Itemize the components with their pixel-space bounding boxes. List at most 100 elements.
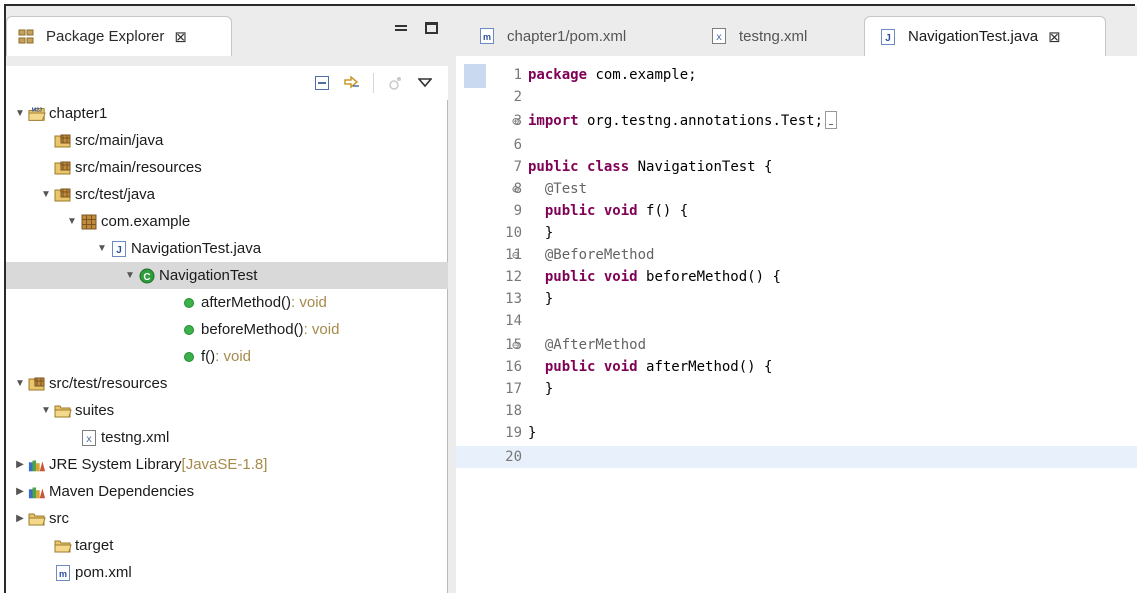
tree-item[interactable]: afterMethod() : void bbox=[6, 289, 448, 316]
code-line[interactable]: 16 public void afterMethod() { bbox=[456, 356, 1137, 378]
tree-item[interactable]: beforeMethod() : void bbox=[6, 316, 448, 343]
tab-label: NavigationTest.java bbox=[908, 28, 1039, 45]
tree-item-label: src/main/resources bbox=[75, 159, 202, 176]
expand-arrow-down-icon[interactable]: ▼ bbox=[66, 216, 78, 227]
expand-arrow-right-icon[interactable]: ▶ bbox=[14, 513, 26, 524]
tree-item-detail: : void bbox=[215, 348, 252, 365]
focus-active-task-icon[interactable] bbox=[386, 75, 404, 91]
expand-arrow-down-icon[interactable]: ▼ bbox=[40, 189, 52, 200]
tree-item-label: testng.xml bbox=[101, 429, 170, 446]
code-line[interactable]: 19} bbox=[456, 422, 1137, 444]
package-explorer-header: Package Explorer ⊠ bbox=[6, 6, 448, 66]
link-with-editor-icon[interactable] bbox=[343, 75, 361, 91]
maximize-icon[interactable] bbox=[425, 22, 438, 34]
close-tab-icon[interactable]: ⊠ bbox=[1048, 28, 1061, 46]
tree-item[interactable]: f() : void bbox=[6, 343, 448, 370]
tree-item[interactable]: src/main/java bbox=[6, 127, 448, 154]
code-line[interactable]: 3 ⊕ import org.testng.annotations.Test; bbox=[456, 110, 1137, 132]
expand-arrow-down-icon[interactable]: ▼ bbox=[124, 270, 136, 281]
expand-arrow-down-icon[interactable]: ▼ bbox=[14, 378, 26, 389]
source-folder-icon bbox=[28, 375, 46, 393]
code-line[interactable]: 9 public void f() { bbox=[456, 200, 1137, 222]
expand-arrow-down-icon[interactable]: ▼ bbox=[14, 108, 26, 119]
tree-item[interactable]: ▼ M2J chapter1 bbox=[6, 100, 448, 127]
code-line[interactable]: 6 bbox=[456, 134, 1137, 156]
tree-item-label: src/main/java bbox=[75, 132, 164, 149]
line-number: 13 bbox=[505, 291, 522, 307]
view-menu-icon[interactable] bbox=[416, 75, 434, 91]
code-text: } bbox=[528, 425, 537, 441]
code-line[interactable]: 17 } bbox=[456, 378, 1137, 400]
line-number: 18 bbox=[505, 403, 522, 419]
code-line[interactable]: 10 } bbox=[456, 222, 1137, 244]
line-number: 2 bbox=[513, 89, 522, 105]
java-file-icon: J bbox=[879, 28, 897, 46]
code-line[interactable]: 20 bbox=[456, 446, 1137, 468]
collapse-fold-icon[interactable]: ⊖ bbox=[512, 182, 519, 196]
tree-item[interactable]: ▼ C NavigationTest bbox=[6, 262, 448, 289]
tree-item-label: Maven Dependencies bbox=[49, 483, 195, 500]
tab-pom-xml[interactable]: m chapter1/pom.xml bbox=[464, 16, 684, 56]
tree-item[interactable]: ▼ suites bbox=[6, 397, 448, 424]
tree-item-label: JRE System Library bbox=[49, 456, 182, 473]
folder-icon bbox=[54, 402, 72, 420]
code-line[interactable]: 1 package com.example; bbox=[456, 64, 1137, 86]
code-line[interactable]: 8 ⊖ @Test bbox=[456, 178, 1137, 200]
tree-item[interactable]: m pom.xml bbox=[6, 559, 448, 586]
java-file-icon: J bbox=[110, 240, 128, 258]
tree-item[interactable]: target bbox=[6, 532, 448, 559]
code-line[interactable]: 13 } bbox=[456, 288, 1137, 310]
minimize-icon[interactable] bbox=[395, 25, 407, 31]
tree-item-label: NavigationTest bbox=[159, 267, 258, 284]
code-text: public void f() { bbox=[544, 203, 689, 219]
expand-arrow-down-icon[interactable]: ▼ bbox=[96, 243, 108, 254]
tree-item[interactable]: ▶ src bbox=[6, 505, 448, 532]
code-text: } bbox=[528, 381, 554, 397]
tree-item[interactable]: x testng.xml bbox=[6, 424, 448, 451]
expand-arrow-right-icon[interactable]: ▶ bbox=[14, 486, 26, 497]
tree-item-label: pom.xml bbox=[75, 564, 132, 581]
collapse-fold-icon[interactable]: ⊖ bbox=[512, 248, 519, 262]
code-line[interactable]: 15 ⊖ @AfterMethod bbox=[456, 334, 1137, 356]
tree-item[interactable]: ▼ com.example bbox=[6, 208, 448, 235]
tree-item-detail: [JavaSE-1.8] bbox=[181, 456, 268, 473]
expand-arrow-right-icon[interactable]: ▶ bbox=[14, 459, 26, 470]
code-line[interactable]: 2 bbox=[456, 86, 1137, 108]
tree-item[interactable]: src/main/resources bbox=[6, 154, 448, 181]
tree-item-label: src bbox=[49, 510, 69, 527]
tree-item[interactable]: ▶ JRE System Library [JavaSE-1.8] bbox=[6, 451, 448, 478]
tree-item[interactable]: ▶ Maven Dependencies bbox=[6, 478, 448, 505]
code-editor[interactable]: 1 package com.example; 2 3 ⊕ import org.testn… bbox=[456, 56, 1137, 593]
tab-testng-xml[interactable]: x testng.xml bbox=[696, 16, 856, 56]
tree-item-label: beforeMethod() bbox=[201, 321, 304, 338]
expand-arrow-down-icon[interactable]: ▼ bbox=[40, 405, 52, 416]
folded-imports-icon[interactable] bbox=[825, 111, 838, 129]
package-icon bbox=[80, 213, 98, 231]
code-line[interactable]: 11 ⊖ @BeforeMethod bbox=[456, 244, 1137, 266]
tab-label: chapter1/pom.xml bbox=[507, 27, 627, 45]
tree-item[interactable]: ▼ src/test/resources bbox=[6, 370, 448, 397]
svg-text:C: C bbox=[143, 272, 150, 283]
code-line[interactable]: 12 public void beforeMethod() { bbox=[456, 266, 1137, 288]
code-text: public void afterMethod() { bbox=[544, 359, 773, 375]
code-line[interactable]: 14 bbox=[456, 310, 1137, 332]
collapse-all-icon[interactable] bbox=[313, 75, 331, 91]
expand-fold-icon[interactable]: ⊕ bbox=[512, 114, 519, 128]
tab-label: testng.xml bbox=[739, 27, 808, 45]
tree-item-label: NavigationTest.java bbox=[131, 240, 262, 257]
svg-text:m: m bbox=[59, 569, 67, 579]
folder-icon bbox=[28, 510, 46, 528]
source-folder-icon bbox=[54, 132, 72, 150]
editor-tab-bar: m chapter1/pom.xml x testng.xml J Naviga… bbox=[456, 6, 1137, 56]
svg-text:J: J bbox=[116, 245, 122, 256]
package-explorer-view: Package Explorer ⊠ ▼ M2J chapter1 src/main/… bbox=[6, 6, 448, 593]
close-tab-icon[interactable]: ⊠ bbox=[174, 28, 187, 46]
tree-item[interactable]: ▼ src/test/java bbox=[6, 181, 448, 208]
line-number: 6 bbox=[513, 137, 522, 153]
tab-navigationtest-java[interactable]: J NavigationTest.java ⊠ bbox=[864, 16, 1106, 56]
package-explorer-tab[interactable]: Package Explorer ⊠ bbox=[6, 16, 232, 56]
code-line[interactable]: 18 bbox=[456, 400, 1137, 422]
tree-item[interactable]: ▼ J NavigationTest.java bbox=[6, 235, 448, 262]
code-line[interactable]: 7 public class NavigationTest { bbox=[456, 156, 1137, 178]
collapse-fold-icon[interactable]: ⊖ bbox=[512, 338, 519, 352]
